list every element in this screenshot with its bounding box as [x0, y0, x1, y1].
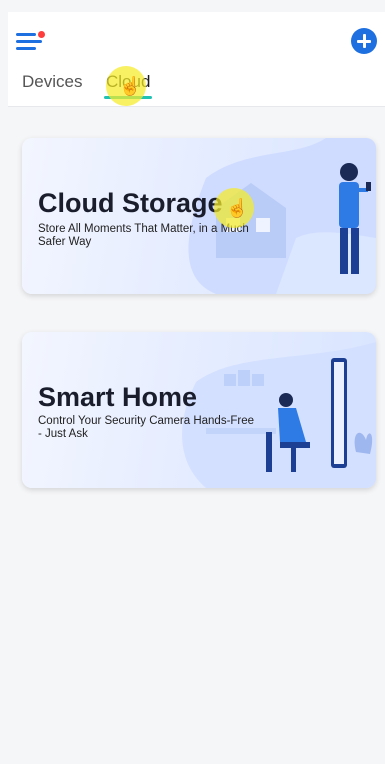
- add-device-button[interactable]: [351, 28, 377, 54]
- smart-home-card[interactable]: Smart Home Control Your Security Camera …: [22, 332, 376, 488]
- cloud-storage-card[interactable]: Cloud Storage Store All Moments That Mat…: [22, 138, 376, 294]
- card-title: Smart Home: [38, 382, 198, 412]
- tab-bar: Devices Cloud: [8, 70, 385, 106]
- card-subtitle: Control Your Security Camera Hands-Free …: [38, 415, 255, 440]
- card-subtitle: Store All Moments That Matter, in a Much…: [38, 223, 249, 248]
- menu-button[interactable]: [16, 30, 50, 56]
- notification-dot: [38, 31, 45, 38]
- tab-devices[interactable]: Devices: [22, 72, 82, 92]
- app-header: Devices Cloud: [8, 12, 385, 107]
- card-title: Cloud Storage: [38, 188, 223, 218]
- hand-cursor-icon: ☝: [119, 76, 142, 96]
- hand-cursor-icon: ☝: [226, 198, 249, 218]
